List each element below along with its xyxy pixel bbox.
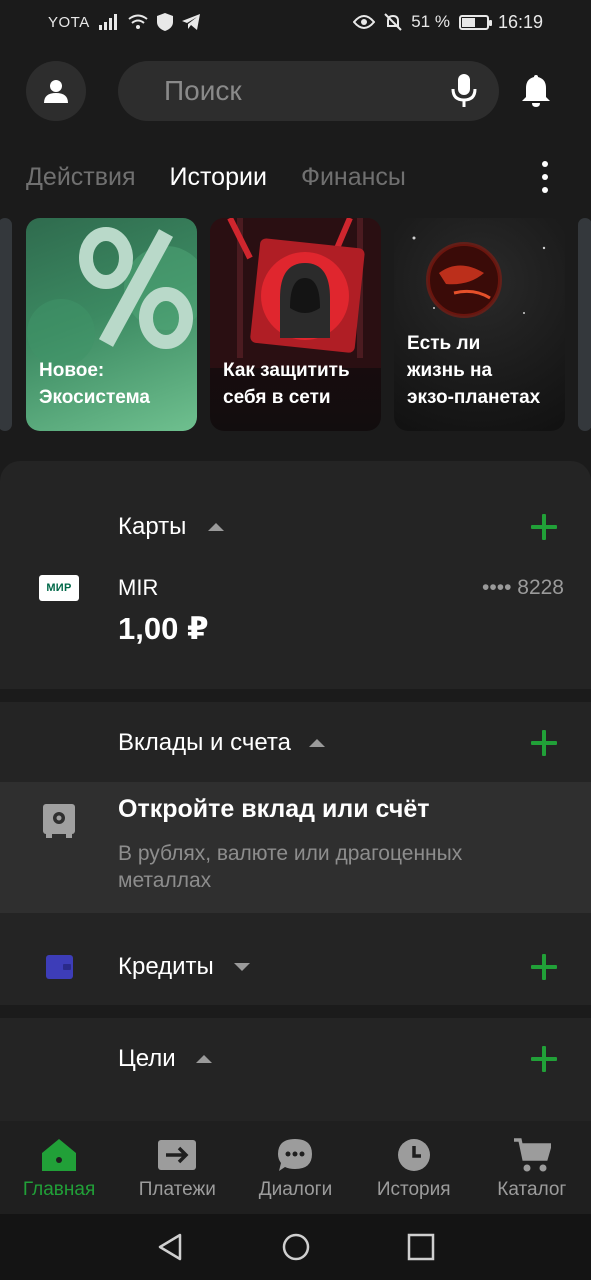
user-icon — [44, 80, 68, 103]
profile-button[interactable] — [26, 61, 86, 121]
mir-logo-icon: МИР — [39, 575, 79, 601]
clock-time: 16:19 — [497, 11, 543, 32]
card-number: •••• 8228 — [482, 576, 564, 599]
notifications-button[interactable] — [521, 71, 551, 111]
add-deposit-button[interactable] — [531, 730, 557, 756]
nav-dialogs[interactable]: Диалоги — [236, 1121, 354, 1214]
safe-icon — [43, 804, 75, 838]
chevron-up-icon — [208, 523, 225, 531]
search-placeholder: Поиск — [164, 75, 242, 106]
story-card[interactable]: Как защитить себя в сети — [210, 218, 381, 431]
more-menu-button[interactable] — [535, 161, 555, 193]
dialogs-icon — [275, 1135, 315, 1175]
hacker-graphic — [210, 218, 381, 368]
credits-section-title: Кредиты — [118, 953, 250, 981]
credits-section-header[interactable]: Кредиты — [0, 937, 591, 997]
section-divider — [0, 1005, 591, 1018]
chevron-down-icon — [233, 963, 250, 971]
nav-catalog[interactable]: Каталог — [473, 1121, 591, 1214]
story-card-partial[interactable] — [578, 218, 591, 431]
microphone-icon[interactable] — [451, 74, 477, 108]
tab-stories[interactable]: Истории — [170, 163, 267, 192]
wifi-icon — [128, 14, 148, 29]
section-divider — [0, 689, 591, 702]
story-card[interactable]: Новое: Экосистема — [26, 218, 197, 431]
deposits-section-header[interactable]: Вклады и счета — [0, 713, 591, 773]
products-sheet: Карты МИР MIR •••• 8228 1,00 ₽ Вклады и … — [0, 461, 591, 1121]
promo-subtitle: В рублях, валюте или драгоценных металла… — [118, 842, 463, 892]
card-balance: 1,00 ₽ — [118, 611, 209, 646]
header: Поиск — [26, 60, 565, 122]
nav-payments[interactable]: Платежи — [118, 1121, 236, 1214]
battery-fill — [461, 17, 476, 27]
back-icon[interactable] — [155, 1232, 185, 1262]
home-icon — [39, 1135, 79, 1175]
card-name: MIR — [118, 575, 159, 600]
percent-graphic — [27, 227, 197, 367]
eye-icon — [353, 15, 376, 29]
cellular-signal-icon — [98, 14, 117, 30]
nav-home[interactable]: Главная — [0, 1121, 118, 1214]
story-card[interactable]: Есть ли жизнь на экзо-планетах — [394, 218, 565, 431]
open-deposit-promo[interactable]: Откройте вклад или счёт В рублях, валюте… — [0, 782, 591, 913]
chevron-up-icon — [195, 1055, 212, 1063]
nav-label: Каталог — [497, 1179, 567, 1200]
nav-label: История — [376, 1179, 451, 1200]
cart-icon — [512, 1135, 552, 1175]
goals-section-title: Цели — [118, 1045, 212, 1073]
nav-history[interactable]: История — [355, 1121, 473, 1214]
battery-icon — [458, 14, 492, 30]
goals-section-header[interactable]: Цели — [0, 1029, 591, 1089]
status-bar: YOTA 51 % 16:19 — [0, 0, 591, 44]
clock-icon — [394, 1135, 434, 1175]
bell-off-icon — [384, 13, 402, 31]
more-dot — [542, 161, 548, 167]
cards-section-header[interactable]: Карты — [0, 497, 591, 557]
payments-icon — [157, 1135, 197, 1175]
shield-icon — [156, 13, 173, 31]
recents-square-icon[interactable] — [406, 1232, 436, 1262]
promo-title: Откройте вклад или счёт — [118, 795, 430, 823]
add-credit-button[interactable] — [531, 954, 557, 980]
story-card-partial[interactable] — [0, 218, 12, 431]
wallet-icon — [46, 955, 73, 979]
card-item[interactable]: МИР MIR •••• 8228 1,00 ₽ — [0, 561, 591, 661]
more-dot — [542, 187, 548, 193]
telegram-icon — [181, 14, 200, 30]
cards-section-title: Карты — [118, 513, 225, 541]
chevron-up-icon — [308, 739, 325, 747]
planet-graphic — [412, 236, 546, 318]
deposits-section-title: Вклады и счета — [118, 729, 325, 757]
carrier-label: YOTA — [48, 13, 90, 31]
stories-carousel: Новое: Экосистема Как защитить себя в се… — [0, 218, 591, 432]
add-card-button[interactable] — [531, 514, 557, 540]
nav-label: Диалоги — [258, 1179, 333, 1200]
tab-bar: Действия Истории Финансы — [26, 155, 565, 199]
bottom-navigation: Главная Платежи Диалоги История Каталог — [0, 1121, 591, 1214]
search-field[interactable]: Поиск — [118, 61, 499, 121]
battery-percent: 51 % — [411, 12, 450, 31]
add-goal-button[interactable] — [531, 1046, 557, 1072]
tab-finances[interactable]: Финансы — [301, 163, 406, 192]
story-title: Есть ли жизнь на экзо-планетах — [407, 333, 541, 408]
story-title: Как защитить себя в сети — [223, 360, 350, 408]
tab-actions[interactable]: Действия — [26, 163, 136, 192]
system-navigation-bar — [0, 1214, 591, 1280]
more-dot — [542, 174, 548, 180]
home-circle-icon[interactable] — [281, 1232, 311, 1262]
bell-icon — [522, 75, 550, 107]
nav-label: Платежи — [138, 1179, 216, 1200]
story-title: Новое: Экосистема — [39, 360, 150, 408]
nav-label: Главная — [22, 1179, 96, 1200]
